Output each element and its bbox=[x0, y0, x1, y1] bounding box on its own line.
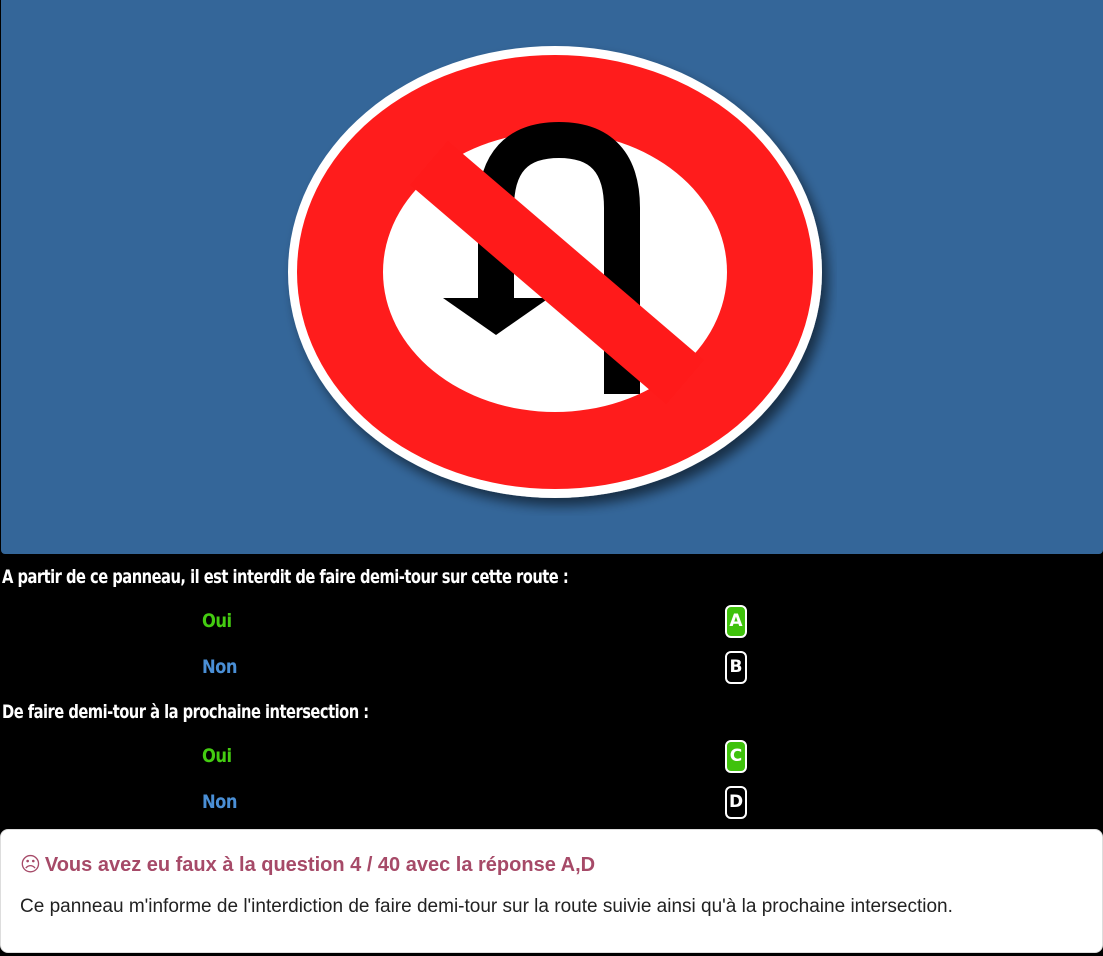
frown-icon: ☹ bbox=[20, 852, 41, 876]
question-2-text: De faire demi-tour à la prochaine inters… bbox=[2, 701, 369, 723]
no-u-turn-sign-icon bbox=[288, 46, 822, 498]
choice-d-button[interactable]: D bbox=[725, 786, 747, 819]
choice-c-button[interactable]: C bbox=[725, 740, 747, 773]
feedback-title: ☹ Vous avez eu faux à la question 4 / 40 … bbox=[20, 852, 595, 877]
feedback-explanation: Ce panneau m'informe de l'interdiction d… bbox=[20, 896, 953, 917]
question-1-text: A partir de ce panneau, il est interdit … bbox=[2, 566, 569, 588]
answer-c-label: Oui bbox=[202, 745, 232, 767]
answer-a-label: Oui bbox=[202, 610, 232, 632]
choice-b-button[interactable]: B bbox=[725, 651, 747, 684]
choice-a-button[interactable]: A bbox=[725, 605, 747, 638]
question-image-panel bbox=[1, 0, 1103, 554]
feedback-title-text: Vous avez eu faux à la question 4 / 40 a… bbox=[44, 854, 596, 876]
feedback-panel: ☹ Vous avez eu faux à la question 4 / 40 … bbox=[0, 829, 1103, 953]
answer-b-label: Non bbox=[202, 656, 238, 678]
answer-d-label: Non bbox=[202, 791, 238, 813]
